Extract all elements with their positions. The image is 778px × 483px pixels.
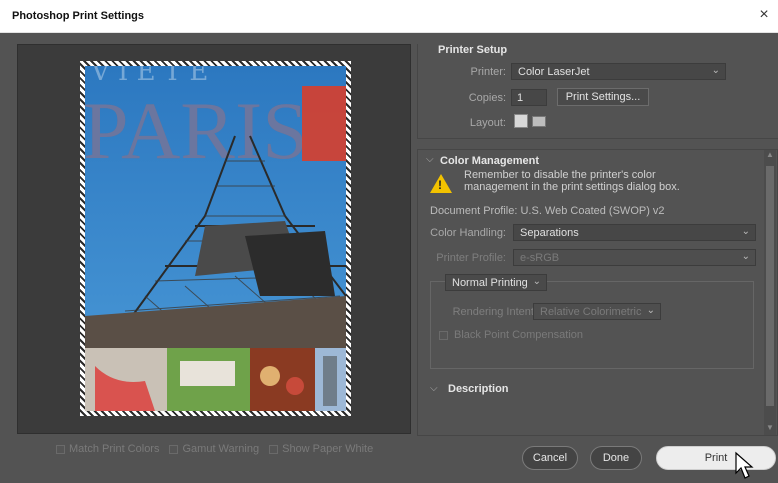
- description-heading: Description: [448, 383, 509, 395]
- printer-label: Printer:: [470, 66, 506, 78]
- print-settings-button[interactable]: Print Settings...: [557, 88, 649, 106]
- scroll-down-icon[interactable]: ▼: [764, 423, 776, 435]
- printer-profile-label: Printer Profile:: [436, 252, 506, 264]
- gamut-warning-checkbox[interactable]: [169, 444, 179, 454]
- black-point-label: Black Point Compensation: [454, 329, 584, 341]
- chevron-down-icon: ⌄: [711, 65, 720, 76]
- document-profile: Document Profile: U.S. Web Coated (SWOP)…: [430, 205, 665, 217]
- svg-text:PARIS: PARIS: [85, 85, 308, 176]
- show-paper-white-checkbox[interactable]: [269, 444, 279, 454]
- black-point-checkbox[interactable]: [439, 330, 448, 340]
- match-print-colors-label: Match Print Colors: [69, 443, 160, 455]
- mouse-cursor-icon: [735, 451, 754, 479]
- print-settings-dialog: Photoshop Print Settings × V I E T E PAR…: [0, 0, 778, 483]
- printing-options-box: Normal Printing ⌄ Rendering Intent: Rela…: [430, 274, 754, 369]
- printing-mode-dropdown[interactable]: Normal Printing ⌄: [445, 274, 547, 291]
- close-icon[interactable]: ×: [754, 5, 774, 25]
- printer-profile-value: e-sRGB: [520, 252, 560, 264]
- printer-setup-section: Printer Setup Printer: Color LaserJet ⌄ …: [417, 44, 778, 139]
- match-print-colors-option[interactable]: Match Print Colors: [56, 443, 159, 455]
- portrait-layout-icon[interactable]: [514, 114, 528, 128]
- landscape-layout-icon[interactable]: [532, 116, 546, 127]
- chevron-down-icon: ⌄: [741, 226, 750, 237]
- warning-icon: !: [430, 174, 452, 193]
- chevron-down-icon: ⌄: [741, 251, 750, 262]
- color-management-heading: Color Management: [440, 155, 540, 167]
- preview-options: Match Print Colors Gamut Warning Show Pa…: [56, 443, 373, 455]
- color-handling-value: Separations: [520, 227, 579, 239]
- chevron-down-icon: ⌄: [532, 276, 541, 287]
- printer-setup-heading: Printer Setup: [438, 44, 508, 56]
- expand-icon[interactable]: ⌵: [430, 383, 438, 394]
- color-handling-dropdown[interactable]: Separations ⌄: [513, 224, 756, 241]
- eiffel-tower-image: V I E T E PARIS PARIS: [85, 66, 346, 411]
- layout-label: Layout:: [469, 117, 506, 129]
- copies-input[interactable]: 1: [511, 89, 547, 106]
- svg-text:V I E T E: V I E T E: [90, 66, 208, 87]
- printer-value: Color LaserJet: [518, 66, 590, 78]
- paper-preview: V I E T E PARIS PARIS: [80, 61, 351, 416]
- color-handling-label: Color Handling:: [430, 227, 506, 239]
- color-management-section: ⌵ Color Management ! Remember to disable…: [417, 149, 778, 436]
- scroll-up-icon[interactable]: ▲: [764, 150, 776, 162]
- print-preview: V I E T E PARIS PARIS: [17, 44, 411, 434]
- copies-label: Copies:: [468, 92, 506, 104]
- printing-mode-value: Normal Printing: [452, 277, 528, 289]
- rendering-intent-value: Relative Colorimetric: [540, 306, 642, 318]
- match-print-colors-checkbox[interactable]: [56, 444, 65, 454]
- chevron-down-icon: ⌄: [646, 305, 655, 316]
- show-paper-white-label: Show Paper White: [282, 443, 374, 455]
- rendering-intent-label: Rendering Intent:: [452, 306, 537, 318]
- black-point-option[interactable]: Black Point Compensation: [439, 329, 583, 341]
- poster-image: V I E T E PARIS PARIS: [85, 66, 346, 411]
- printer-dropdown[interactable]: Color LaserJet ⌄: [511, 63, 726, 80]
- show-paper-white-option[interactable]: Show Paper White: [269, 443, 373, 455]
- collapse-icon[interactable]: ⌵: [426, 154, 434, 165]
- scroll-thumb[interactable]: [766, 166, 774, 406]
- window-title: Photoshop Print Settings: [12, 10, 144, 22]
- printer-profile-dropdown[interactable]: e-sRGB ⌄: [513, 249, 756, 266]
- print-button[interactable]: Print: [656, 446, 776, 470]
- gamut-warning-option[interactable]: Gamut Warning: [169, 443, 259, 455]
- rendering-intent-dropdown[interactable]: Relative Colorimetric ⌄: [533, 303, 661, 320]
- cancel-button[interactable]: Cancel: [522, 446, 578, 470]
- title-bar: Photoshop Print Settings ×: [0, 0, 778, 33]
- scrollbar[interactable]: ▲ ▼: [764, 150, 776, 435]
- gamut-warning-label: Gamut Warning: [182, 443, 260, 455]
- warning-message: Remember to disable the printer's color …: [464, 169, 680, 193]
- done-button[interactable]: Done: [590, 446, 642, 470]
